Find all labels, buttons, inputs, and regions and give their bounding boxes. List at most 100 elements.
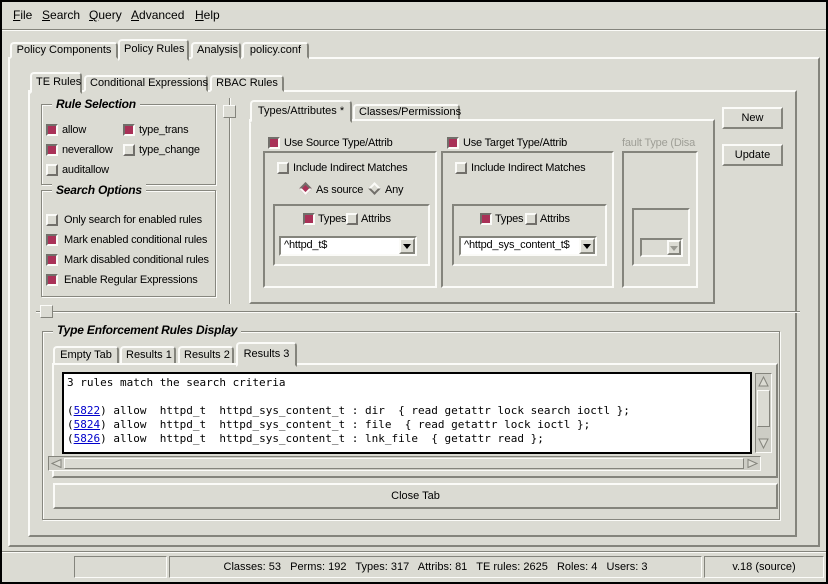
horizontal-scrollbar[interactable] xyxy=(48,456,761,471)
type-change-checkbox[interactable] xyxy=(123,144,135,156)
source-type-combobox[interactable]: ^httpd_t$ xyxy=(279,236,417,256)
type-change-label: type_change xyxy=(139,144,200,156)
rule-line: (5824) allow httpd_t httpd_sys_content_t… xyxy=(67,418,747,432)
menubar: File Search Query Advanced Help xyxy=(2,2,826,28)
allow-label: allow xyxy=(62,124,86,136)
only-enabled-checkbox[interactable] xyxy=(46,214,58,226)
type-trans-label: type_trans xyxy=(139,124,188,136)
any-label: Any xyxy=(385,184,403,196)
status-version: v.18 (source) xyxy=(704,556,824,578)
target-indirect-checkbox[interactable] xyxy=(455,162,467,174)
rule-link-5824[interactable]: 5824 xyxy=(74,418,101,431)
source-indirect-label: Include Indirect Matches xyxy=(293,162,407,174)
mark-enabled-checkbox[interactable] xyxy=(46,234,58,246)
source-types-frame: Types Attribs ^httpd_t$ xyxy=(273,204,430,266)
horizontal-sash-handle[interactable] xyxy=(40,305,53,318)
chevron-down-icon xyxy=(403,244,411,253)
target-types-checkbox[interactable] xyxy=(480,213,492,225)
source-indirect-checkbox[interactable] xyxy=(277,162,289,174)
default-type-combobox-disabled xyxy=(640,238,683,257)
vertical-scrollbar-thumb[interactable] xyxy=(757,390,770,427)
rule-line: (5822) allow httpd_t httpd_sys_content_t… xyxy=(67,404,747,418)
default-type-label: fault Type (Disa xyxy=(622,137,712,149)
arrow-left-icon[interactable] xyxy=(50,458,63,469)
default-type-inner-frame xyxy=(632,208,690,266)
vertical-sash[interactable] xyxy=(229,98,231,304)
auditallow-checkbox[interactable] xyxy=(46,164,58,176)
neverallow-label: neverallow xyxy=(62,144,113,156)
arrow-up-icon[interactable] xyxy=(757,375,770,388)
allow-checkbox[interactable] xyxy=(46,124,58,136)
menu-query[interactable]: Query xyxy=(89,2,122,28)
as-source-label: As source xyxy=(316,184,363,196)
target-frame: Include Indirect Matches Types Attribs ^… xyxy=(441,151,614,288)
menu-search[interactable]: Search xyxy=(42,2,80,28)
chevron-down-icon xyxy=(670,246,678,255)
source-types-checkbox[interactable] xyxy=(303,213,315,225)
source-combo-dropdown-button[interactable] xyxy=(399,238,415,254)
rule-link-5822[interactable]: 5822 xyxy=(74,404,101,417)
use-source-label: Use Source Type/Attrib xyxy=(284,137,393,149)
arrow-right-icon[interactable] xyxy=(746,458,759,469)
neverallow-checkbox[interactable] xyxy=(46,144,58,156)
status-empty-box xyxy=(74,556,167,578)
tab-analysis[interactable]: Analysis xyxy=(191,42,241,59)
target-attribs-label: Attribs xyxy=(540,213,570,225)
chevron-down-icon xyxy=(583,244,591,253)
default-combo-dropdown-button xyxy=(667,240,681,255)
target-combo-dropdown-button[interactable] xyxy=(579,238,595,254)
target-attribs-checkbox[interactable] xyxy=(525,213,537,225)
rule-line: (5826) allow httpd_t httpd_sys_content_t… xyxy=(67,432,747,446)
default-type-frame xyxy=(622,151,698,288)
te-display-title: Type Enforcement Rules Display xyxy=(53,324,241,336)
auditallow-label: auditallow xyxy=(62,164,109,176)
mark-disabled-checkbox[interactable] xyxy=(46,254,58,266)
source-frame: Include Indirect Matches As source Any T… xyxy=(263,151,437,288)
close-tab-button[interactable]: Close Tab xyxy=(53,483,778,509)
target-types-label: Types xyxy=(495,213,523,225)
source-attribs-label: Attribs xyxy=(361,213,391,225)
new-button[interactable]: New xyxy=(722,107,783,129)
use-target-checkbox[interactable] xyxy=(447,137,459,149)
target-type-combobox[interactable]: ^httpd_sys_content_t$ xyxy=(459,236,597,256)
regex-label: Enable Regular Expressions xyxy=(64,274,198,286)
tab-rbac-rules[interactable]: RBAC Rules xyxy=(210,75,284,92)
as-source-radio[interactable] xyxy=(299,182,312,195)
tab-conditional-expressions[interactable]: Conditional Expressions xyxy=(84,75,208,92)
target-types-frame: Types Attribs ^httpd_sys_content_t$ xyxy=(452,204,607,266)
target-indirect-label: Include Indirect Matches xyxy=(471,162,585,174)
only-enabled-label: Only search for enabled rules xyxy=(64,214,202,226)
tab-types-attributes[interactable]: Types/Attributes * xyxy=(250,100,352,123)
source-attribs-checkbox[interactable] xyxy=(346,213,358,225)
search-options-title: Search Options xyxy=(52,184,146,196)
source-types-label: Types xyxy=(318,213,346,225)
statusbar-divider xyxy=(2,551,826,553)
horizontal-sash[interactable] xyxy=(36,311,800,313)
rule-selection-title: Rule Selection xyxy=(52,98,140,110)
results-textarea[interactable]: 3 rules match the search criteria (5822)… xyxy=(62,372,752,454)
update-button[interactable]: Update xyxy=(722,144,783,166)
horizontal-scrollbar-thumb[interactable] xyxy=(64,458,744,469)
menubar-divider xyxy=(2,29,826,31)
results-summary: 3 rules match the search criteria xyxy=(67,376,747,390)
use-target-label: Use Target Type/Attrib xyxy=(463,137,567,149)
any-radio[interactable] xyxy=(368,182,381,195)
vertical-sash-handle[interactable] xyxy=(223,105,236,118)
tab-policy-rules[interactable]: Policy Rules xyxy=(118,39,189,61)
menu-advanced[interactable]: Advanced xyxy=(131,2,184,28)
tab-policy-components[interactable]: Policy Components xyxy=(10,42,118,59)
mark-disabled-label: Mark disabled conditional rules xyxy=(64,254,209,266)
mark-enabled-label: Mark enabled conditional rules xyxy=(64,234,207,246)
menu-help[interactable]: Help xyxy=(195,2,220,28)
tab-results-3[interactable]: Results 3 xyxy=(236,342,297,367)
rule-link-5826[interactable]: 5826 xyxy=(74,432,101,445)
tab-policy-conf[interactable]: policy.conf xyxy=(242,42,309,59)
app-window: File Search Query Advanced Help Policy C… xyxy=(0,0,828,584)
tab-te-rules[interactable]: TE Rules xyxy=(30,72,82,94)
menu-file[interactable]: File xyxy=(13,2,32,28)
regex-checkbox[interactable] xyxy=(46,274,58,286)
use-source-checkbox[interactable] xyxy=(268,137,280,149)
vertical-scrollbar[interactable] xyxy=(755,373,772,453)
arrow-down-icon[interactable] xyxy=(757,437,770,450)
type-trans-checkbox[interactable] xyxy=(123,124,135,136)
